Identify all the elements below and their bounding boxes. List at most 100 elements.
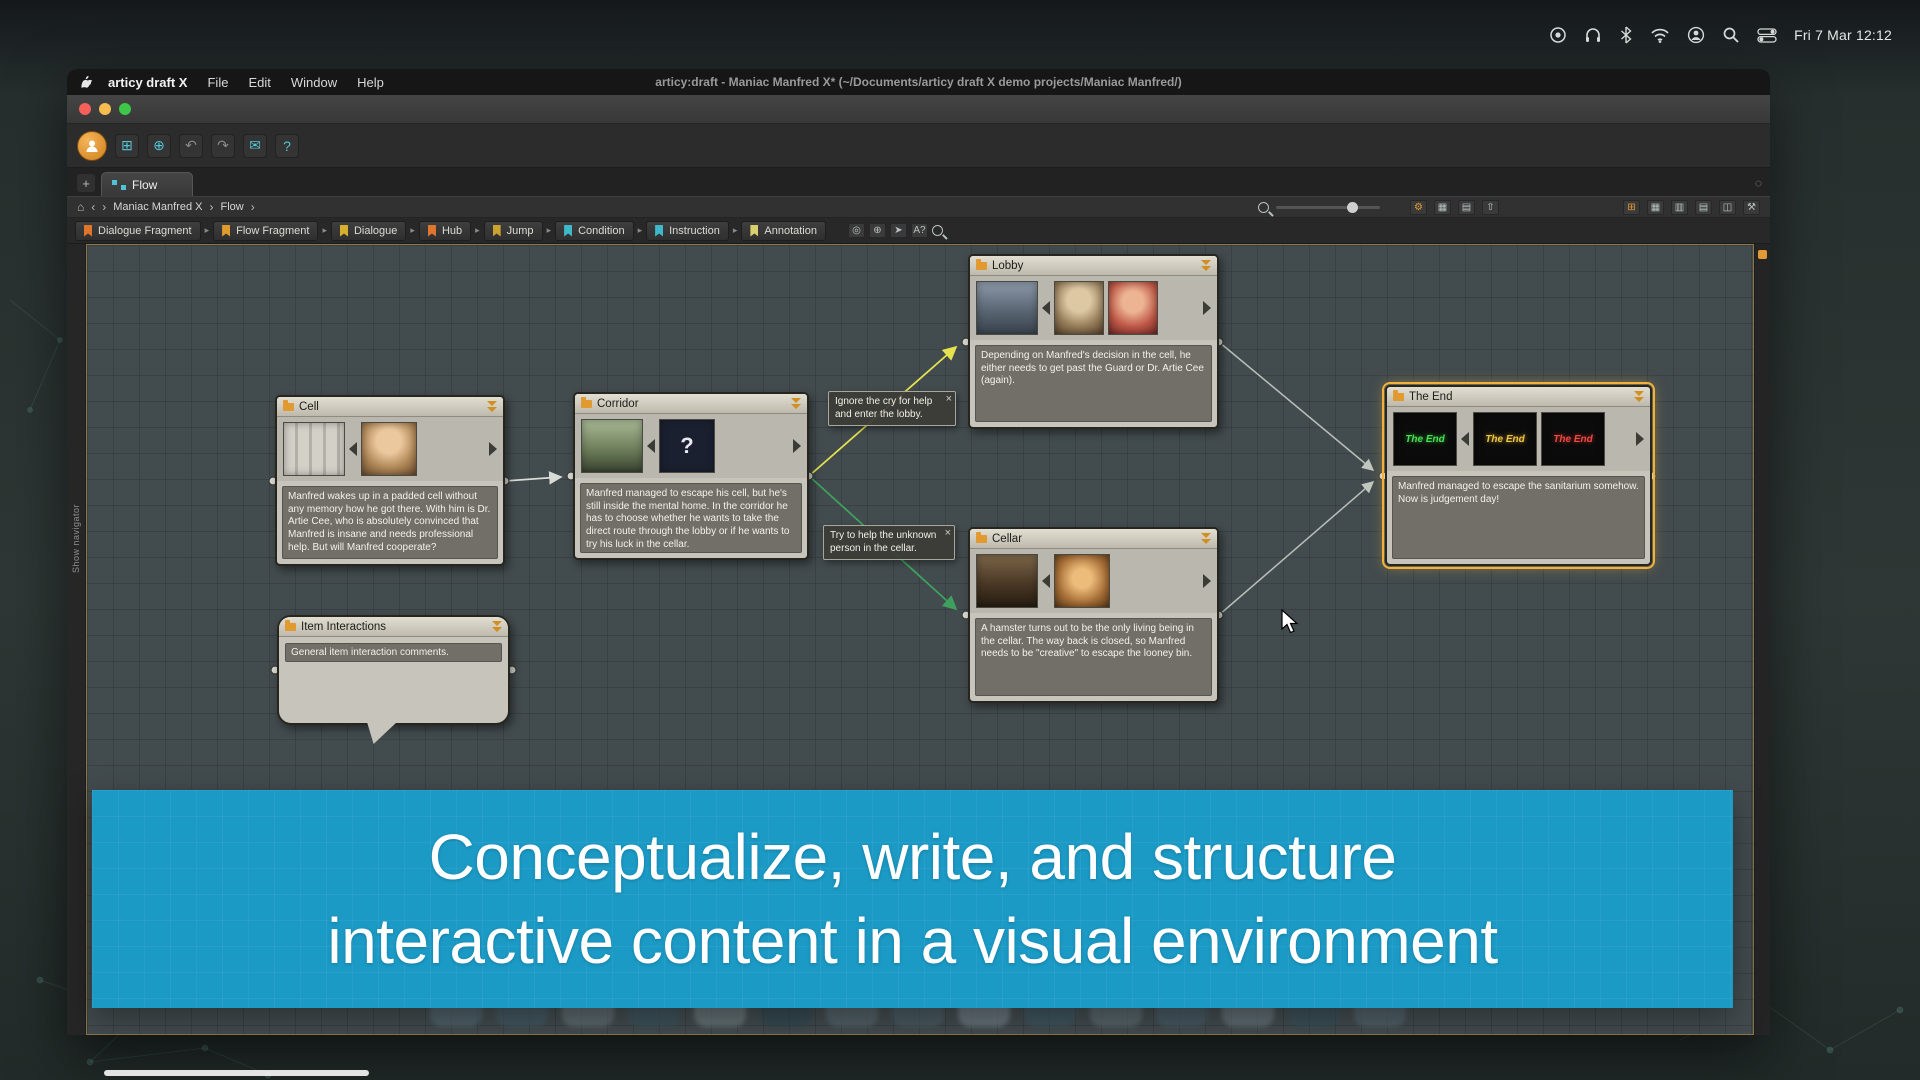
apple-icon[interactable] (81, 75, 94, 90)
annotation-lobby[interactable]: × Ignore the cry for help and enter the … (828, 391, 956, 426)
portrait-unknown[interactable]: ? (659, 419, 715, 473)
palette-flow-fragment[interactable]: Flow Fragment (213, 221, 318, 241)
prev-image-icon[interactable] (1042, 301, 1050, 315)
zoom-window-button[interactable] (119, 103, 131, 115)
window-titlebar[interactable] (67, 95, 1770, 124)
home-icon[interactable]: ⌂ (77, 200, 84, 214)
pointer-button[interactable]: ➤ (890, 223, 907, 238)
preview-end-gold[interactable]: The End (1473, 412, 1537, 466)
navigator-rail[interactable]: Show navigator (67, 244, 86, 1035)
palette-hub[interactable]: Hub (419, 221, 471, 241)
collapse-icon[interactable] (487, 401, 497, 412)
portrait-dr-artie-cee[interactable] (361, 422, 417, 476)
preview-end-green[interactable]: The End (1393, 412, 1457, 466)
palette-dialogue[interactable]: Dialogue (331, 221, 406, 241)
font-size-button[interactable]: A? (911, 223, 928, 238)
menu-window[interactable]: Window (291, 75, 337, 90)
search-icon[interactable] (1722, 26, 1740, 44)
link-cellar-theend[interactable] (1219, 482, 1373, 615)
new-item-button[interactable]: ⊞ (115, 134, 139, 158)
flow-view-button[interactable]: ⊞ (1623, 200, 1640, 215)
new-tab-button[interactable]: + (77, 174, 95, 192)
flow-node-cell[interactable]: Cell Manfred wakes up in a padded cell w… (275, 395, 505, 566)
next-image-icon[interactable] (1636, 432, 1644, 446)
grid-view-button[interactable]: ▦ (1434, 200, 1451, 215)
navigator-label[interactable]: Show navigator (71, 504, 81, 573)
zoom-search-icon[interactable] (1258, 202, 1269, 213)
menu-help[interactable]: Help (357, 75, 384, 90)
node-description[interactable]: Manfred managed to escape the sanitarium… (1392, 476, 1645, 559)
export-button[interactable]: ⇧ (1482, 200, 1499, 215)
preview-cellar[interactable] (976, 554, 1038, 608)
feed-icon[interactable]: ◌ (1755, 176, 1762, 190)
node-description[interactable]: Manfred wakes up in a padded cell withou… (282, 486, 498, 559)
mail-button[interactable]: ✉ (243, 134, 267, 158)
prev-image-icon[interactable] (1042, 574, 1050, 588)
node-description[interactable]: A hamster turns out to be the only livin… (975, 618, 1212, 696)
palette-expander-icon[interactable]: ▸ (638, 225, 643, 236)
next-image-icon[interactable] (1203, 574, 1211, 588)
flow-node-lobby[interactable]: Lobby Depending on Manfred's decision in… (968, 254, 1219, 429)
menu-file[interactable]: File (207, 75, 228, 90)
wifi-icon[interactable] (1650, 27, 1670, 43)
menu-edit[interactable]: Edit (248, 75, 270, 90)
character-button[interactable]: ⊕ (869, 223, 886, 238)
canvas-search-icon[interactable] (932, 225, 943, 236)
palette-expander-icon[interactable]: ▸ (322, 225, 327, 236)
prev-image-icon[interactable] (647, 439, 655, 453)
map-button[interactable]: ◫ (1719, 200, 1736, 215)
right-rail[interactable] (1754, 244, 1770, 1035)
node-description[interactable]: Manfred managed to escape his cell, but … (580, 483, 802, 553)
palette-annotation[interactable]: Annotation (741, 221, 826, 241)
portrait-hamster[interactable] (1054, 554, 1110, 608)
minimize-window-button[interactable] (99, 103, 111, 115)
nav-forward-icon[interactable]: › (102, 200, 106, 214)
collapse-icon[interactable] (492, 621, 502, 632)
add-user-button[interactable]: ⊕ (147, 134, 171, 158)
portrait-guard[interactable] (1054, 281, 1104, 335)
record-indicator-icon[interactable] (1549, 26, 1567, 44)
user-avatar-button[interactable] (77, 131, 107, 161)
palette-expander-icon[interactable]: ▸ (205, 225, 210, 236)
node-description[interactable]: Depending on Manfred's decision in the c… (975, 345, 1212, 422)
collapse-icon[interactable] (1201, 260, 1211, 271)
portrait-dr-artie-cee[interactable] (1108, 281, 1158, 335)
link-lobby-theend[interactable] (1219, 342, 1373, 470)
link-cell-corridor[interactable] (505, 477, 561, 481)
palette-instruction[interactable]: Instruction (646, 221, 729, 241)
collapse-icon[interactable] (1634, 391, 1644, 402)
prev-image-icon[interactable] (1461, 432, 1469, 446)
palette-dialogue-fragment[interactable]: Dialogue Fragment (75, 221, 201, 241)
nav-back-icon[interactable]: ‹ (91, 200, 95, 214)
comment-node-item-interactions[interactable]: Item Interactions General item interacti… (277, 615, 510, 725)
pin-button[interactable]: ◎ (848, 223, 865, 238)
tiles-view-button[interactable]: ▦ (1647, 200, 1664, 215)
palette-expander-icon[interactable]: ▸ (410, 225, 415, 236)
video-progress-bar[interactable] (104, 1070, 369, 1076)
prev-image-icon[interactable] (349, 442, 357, 456)
clock[interactable]: Fri 7 Mar 12:12 (1794, 27, 1892, 43)
next-image-icon[interactable] (1203, 301, 1211, 315)
palette-jump[interactable]: Jump (484, 221, 543, 241)
breadcrumb-page[interactable]: Flow (221, 201, 244, 213)
tab-flow[interactable]: Flow (101, 172, 193, 196)
close-icon[interactable]: × (946, 393, 952, 407)
compact-view-button[interactable]: ▤ (1695, 200, 1712, 215)
palette-expander-icon[interactable]: ▸ (547, 225, 552, 236)
flow-node-cellar[interactable]: Cellar A hamster turns out to be the onl… (968, 527, 1219, 703)
flow-node-corridor[interactable]: Corridor ? Manfred managed to escape his… (573, 392, 809, 560)
zoom-slider[interactable] (1276, 206, 1380, 209)
palette-expander-icon[interactable]: ▸ (733, 225, 738, 236)
control-center-icon[interactable] (1757, 27, 1777, 43)
list-view-button[interactable]: ▤ (1458, 200, 1475, 215)
preview-padded-cell[interactable] (283, 422, 345, 476)
preview-end-red[interactable]: The End (1541, 412, 1605, 466)
flow-node-the-end[interactable]: The End The End The End The End Manfred … (1385, 385, 1652, 566)
headphones-icon[interactable] (1584, 26, 1602, 44)
tools-button[interactable]: ⚒ (1743, 200, 1760, 215)
close-icon[interactable]: × (945, 527, 951, 541)
panel-toggle-icon[interactable] (1758, 250, 1767, 259)
breadcrumb-project[interactable]: Maniac Manfred X (113, 201, 202, 213)
palette-expander-icon[interactable]: ▸ (475, 225, 480, 236)
annotation-cellar[interactable]: × Try to help the unknown person in the … (823, 525, 955, 560)
